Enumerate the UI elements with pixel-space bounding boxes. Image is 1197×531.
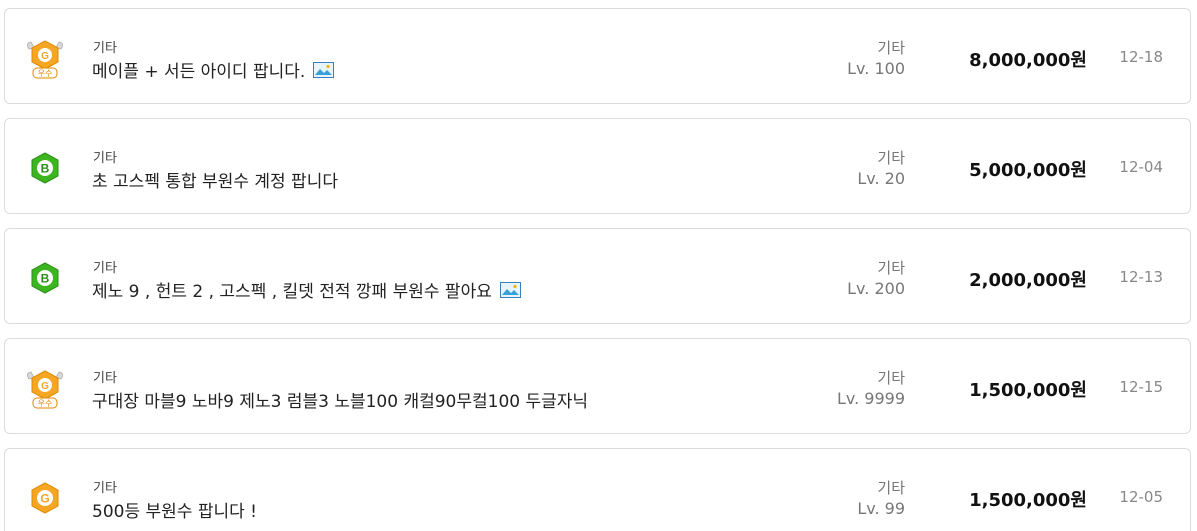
listing-date: 12-18 bbox=[1119, 48, 1163, 66]
listing-price: 2,000,000원 bbox=[969, 270, 1087, 291]
listing-card[interactable]: G 우수 기타 구대장 마블9 노바9 제노3 럼블3 노블100 캐컬90무컬… bbox=[4, 338, 1191, 434]
listing-title-row[interactable]: 500등 부원수 팝니다 ! bbox=[92, 497, 257, 522]
svg-text:G: G bbox=[40, 492, 49, 506]
listing-price: 8,000,000원 bbox=[969, 50, 1087, 71]
listing-date: 12-04 bbox=[1119, 158, 1163, 176]
listing-list: G 우수 기타 메이플 + 서든 아이디 팝니다. 기타 Lv. 100 8,0… bbox=[0, 0, 1197, 531]
listing-price: 5,000,000원 bbox=[969, 160, 1087, 181]
listing-level: Lv. 200 bbox=[847, 279, 905, 298]
listing-title[interactable]: 구대장 마블9 노바9 제노3 럼블3 노블100 캐컬90무컬100 두글자닉 bbox=[92, 392, 588, 412]
svg-text:B: B bbox=[41, 272, 50, 286]
listing-date: 12-15 bbox=[1119, 378, 1163, 396]
listing-category: 기타 bbox=[93, 151, 117, 166]
listing-category: 기타 bbox=[93, 261, 117, 276]
image-attachment-icon bbox=[499, 282, 521, 298]
listing-server: 기타 bbox=[877, 479, 905, 497]
listing-date: 12-13 bbox=[1119, 268, 1163, 286]
listing-server: 기타 bbox=[877, 149, 905, 167]
listing-server: 기타 bbox=[877, 259, 905, 277]
listing-date: 12-05 bbox=[1119, 488, 1163, 506]
listing-title[interactable]: 제노 9 , 헌트 2 , 고스펙 , 킬뎃 전적 깡패 부원수 팔아요 bbox=[92, 282, 492, 302]
listing-card[interactable]: B 기타 초 고스펙 통합 부원수 계정 팝니다 기타 Lv. 20 5,000… bbox=[4, 118, 1191, 214]
listing-title-row[interactable]: 메이플 + 서든 아이디 팝니다. bbox=[92, 57, 335, 82]
listing-title[interactable]: 메이플 + 서든 아이디 팝니다. bbox=[92, 62, 305, 82]
gold-g-badge-icon: G bbox=[31, 482, 59, 514]
badge-label: 우수 bbox=[38, 399, 53, 408]
listing-level: Lv. 9999 bbox=[836, 389, 905, 408]
green-b-badge-icon: B bbox=[31, 152, 59, 184]
badge-label: 우수 bbox=[38, 69, 53, 78]
listing-card[interactable]: G 기타 500등 부원수 팝니다 ! 기타 Lv. 99 1,500,000원… bbox=[4, 448, 1191, 531]
listing-price: 1,500,000원 bbox=[969, 380, 1087, 401]
listing-server: 기타 bbox=[877, 39, 905, 57]
svg-text:G: G bbox=[41, 381, 49, 392]
listing-card[interactable]: G 우수 기타 메이플 + 서든 아이디 팝니다. 기타 Lv. 100 8,0… bbox=[4, 8, 1191, 104]
gold-premium-badge-icon: G 우수 bbox=[27, 40, 63, 79]
listing-category: 기타 bbox=[93, 41, 117, 56]
listing-level: Lv. 20 bbox=[857, 169, 905, 188]
listing-price: 1,500,000원 bbox=[969, 490, 1087, 511]
listing-level: Lv. 99 bbox=[857, 499, 905, 518]
listing-level: Lv. 100 bbox=[847, 59, 905, 78]
listing-title-row[interactable]: 제노 9 , 헌트 2 , 고스펙 , 킬뎃 전적 깡패 부원수 팔아요 bbox=[92, 277, 521, 302]
green-b-badge-icon: B bbox=[31, 262, 59, 294]
image-attachment-icon bbox=[313, 62, 335, 78]
listing-title[interactable]: 초 고스펙 통합 부원수 계정 팝니다 bbox=[92, 172, 338, 192]
listing-category: 기타 bbox=[93, 481, 117, 496]
svg-text:G: G bbox=[41, 51, 49, 62]
listing-server: 기타 bbox=[877, 369, 905, 387]
listing-title[interactable]: 500등 부원수 팝니다 ! bbox=[92, 502, 257, 522]
svg-text:B: B bbox=[41, 162, 50, 176]
listing-title-row[interactable]: 구대장 마블9 노바9 제노3 럼블3 노블100 캐컬90무컬100 두글자닉 bbox=[92, 387, 588, 412]
gold-premium-badge-icon: G 우수 bbox=[27, 370, 63, 409]
listing-category: 기타 bbox=[93, 371, 117, 386]
listing-card[interactable]: B 기타 제노 9 , 헌트 2 , 고스펙 , 킬뎃 전적 깡패 부원수 팔아… bbox=[4, 228, 1191, 324]
listing-title-row[interactable]: 초 고스펙 통합 부원수 계정 팝니다 bbox=[92, 167, 338, 192]
